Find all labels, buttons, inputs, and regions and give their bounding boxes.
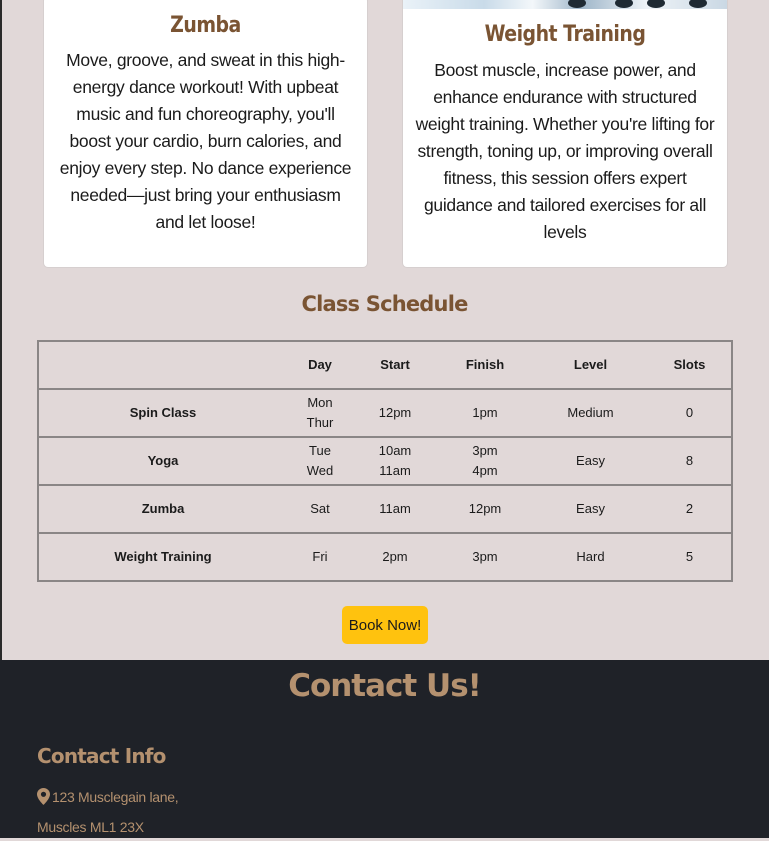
class-slots: 8 (648, 436, 732, 486)
card-description: Boost muscle, increase power, and enhanc… (415, 60, 715, 242)
header-class (38, 340, 287, 390)
class-day: Fri (287, 532, 353, 582)
class-card-weight-training: Weight Training Boost muscle, increase p… (402, 0, 728, 268)
class-finish: 3pm 4pm (437, 436, 533, 486)
card-title: Weight Training (484, 22, 646, 47)
class-slots: 5 (648, 532, 732, 582)
table-row: Weight Training Fri 2pm 3pm Hard 5 (38, 532, 732, 582)
schedule-table: Day Start Finish Level Slots Spin Class … (37, 340, 733, 582)
class-level: Medium (533, 388, 648, 438)
class-start: 11am (353, 484, 437, 534)
class-level: Easy (533, 484, 648, 534)
class-start: 10am 11am (353, 436, 437, 486)
class-finish: 12pm (437, 484, 533, 534)
class-card-zumba: Zumba Move, groove, and sweat in this hi… (43, 0, 368, 268)
header-slots: Slots (648, 340, 732, 390)
class-level: Easy (533, 436, 648, 486)
class-day: Tue Wed (287, 436, 353, 486)
address: 123 Musclegain lane, Muscles ML1 23X (37, 784, 179, 841)
header-level: Level (533, 340, 648, 390)
header-start: Start (353, 340, 437, 390)
table-row: Yoga Tue Wed 10am 11am 3pm 4pm Easy 8 (38, 436, 732, 486)
class-level: Hard (533, 532, 648, 582)
table-header-row: Day Start Finish Level Slots (38, 340, 732, 390)
contact-title: Contact Us! (288, 668, 482, 704)
class-name: Weight Training (38, 532, 287, 582)
table-row: Spin Class Mon Thur 12pm 1pm Medium 0 (38, 388, 732, 438)
map-pin-icon (37, 787, 50, 814)
schedule-title: Class Schedule (301, 292, 468, 316)
class-name: Zumba (38, 484, 287, 534)
address-line-2: Muscles ML1 23X (37, 819, 144, 835)
book-now-button[interactable]: Book Now! (342, 606, 428, 644)
class-day: Sat (287, 484, 353, 534)
contact-info-heading: Contact Info (37, 744, 166, 768)
page-left-border (0, 0, 2, 660)
class-finish: 1pm (437, 388, 533, 438)
card-image (403, 0, 727, 9)
class-day: Mon Thur (287, 388, 353, 438)
address-line-1: 123 Musclegain lane, (52, 789, 179, 805)
class-finish: 3pm (437, 532, 533, 582)
class-name: Spin Class (38, 388, 287, 438)
class-slots: 0 (648, 388, 732, 438)
class-slots: 2 (648, 484, 732, 534)
table-row: Zumba Sat 11am 12pm Easy 2 (38, 484, 732, 534)
class-start: 2pm (353, 532, 437, 582)
class-name: Yoga (38, 436, 287, 486)
header-day: Day (287, 340, 353, 390)
card-description: Move, groove, and sweat in this high-ene… (59, 50, 352, 232)
card-title: Zumba (170, 13, 241, 38)
class-start: 12pm (353, 388, 437, 438)
header-finish: Finish (437, 340, 533, 390)
footer: Contact Us! Contact Info 123 Musclegain … (0, 660, 769, 838)
